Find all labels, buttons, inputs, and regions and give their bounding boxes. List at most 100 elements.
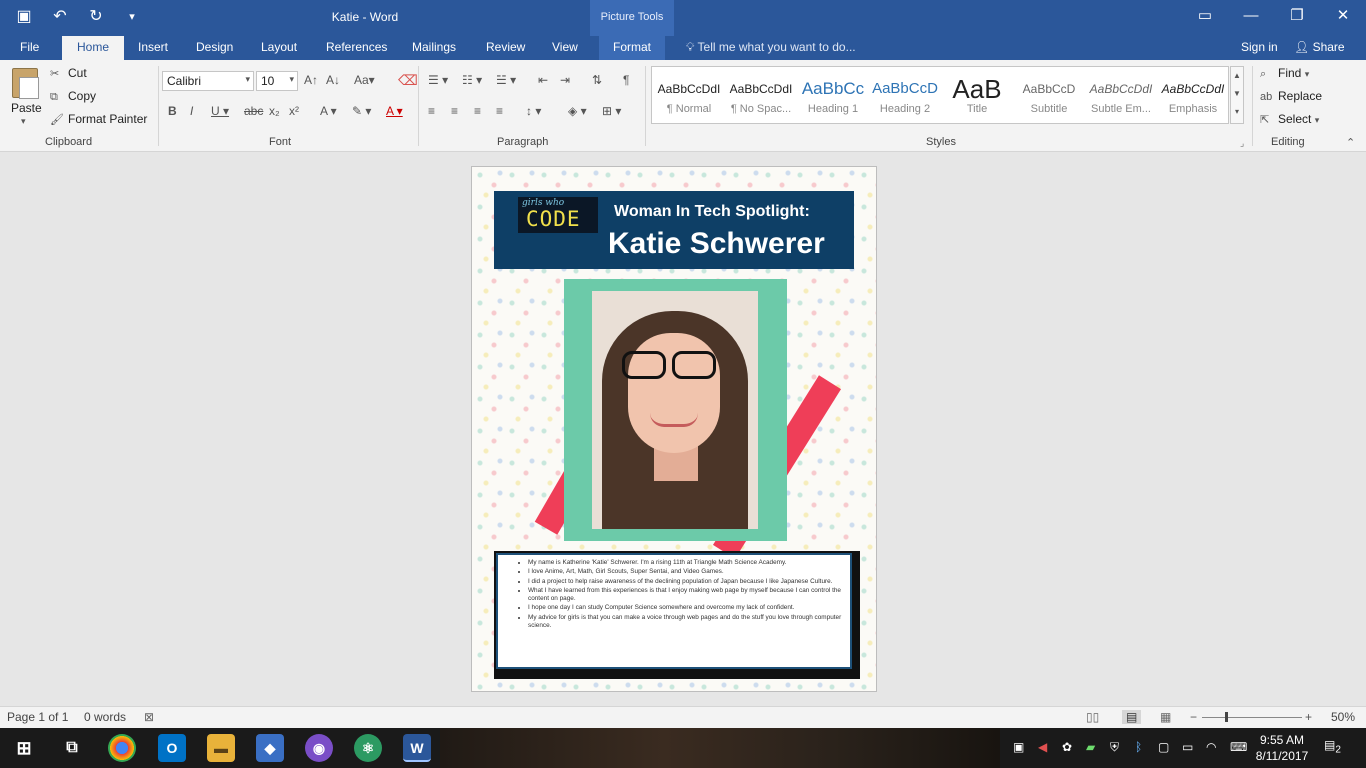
grow-font-icon[interactable]: A↑ (304, 73, 318, 87)
word-count[interactable]: 0 words (84, 710, 126, 724)
style-heading-2[interactable]: AaBbCcD Heading 2 (869, 67, 941, 123)
print-layout-icon[interactable]: ▤ (1122, 710, 1142, 724)
tray-map-icon[interactable]: ▰ (1086, 740, 1095, 754)
scroll-up-icon[interactable]: ▲ (1231, 67, 1243, 85)
tab-mailings[interactable]: Mailings (412, 36, 456, 60)
paste-dropdown-icon[interactable]: ▾ (21, 116, 26, 127)
battery-icon[interactable]: ▭ (1182, 740, 1193, 754)
chrome-icon[interactable] (108, 734, 136, 762)
select-button[interactable]: ⇱ Select ▾ (1260, 112, 1319, 126)
language-icon[interactable]: ⌨ (1230, 740, 1247, 754)
tab-view[interactable]: View (552, 36, 578, 60)
atom-icon[interactable]: ⚛ (354, 734, 382, 762)
bold-icon[interactable]: B (168, 104, 177, 118)
portrait-photo[interactable] (592, 291, 758, 529)
windows-start-icon[interactable]: ⊞ (10, 734, 38, 762)
tab-review[interactable]: Review (486, 36, 525, 60)
tab-insert[interactable]: Insert (138, 36, 168, 60)
shrink-font-icon[interactable]: A↓ (326, 73, 340, 87)
collapse-ribbon-icon[interactable]: ⌃ (1346, 136, 1355, 149)
replace-button[interactable]: ab Replace (1260, 89, 1322, 103)
font-color-icon[interactable]: A ▾ (386, 104, 403, 118)
subscript-icon[interactable]: x₂ (269, 104, 280, 118)
more-styles-icon[interactable]: ▾ (1231, 103, 1243, 121)
volume-icon[interactable]: ◀ (1038, 740, 1047, 754)
font-size-select[interactable]: 10 (256, 71, 298, 91)
tab-references[interactable]: References (326, 36, 387, 60)
underline-icon[interactable]: U ▾ (211, 104, 229, 118)
zoom-slider[interactable] (1202, 717, 1302, 718)
bluetooth-icon[interactable]: ᛒ (1135, 740, 1142, 754)
strikethrough-icon[interactable]: abc (244, 104, 263, 118)
highlight-icon[interactable]: ✎ ▾ (352, 104, 371, 118)
zoom-out-icon[interactable]: − (1190, 710, 1197, 724)
file-explorer-icon[interactable]: ▬ (207, 734, 235, 762)
bullets-icon[interactable]: ☰ ▾ (428, 73, 448, 87)
font-family-select[interactable]: Calibri (162, 71, 254, 91)
clear-formatting-icon[interactable]: ⌫ (398, 72, 418, 89)
title-banner[interactable]: girls who CODE Woman In Tech Spotlight: … (494, 191, 854, 269)
style-emphasis[interactable]: AaBbCcDdI Emphasis (1157, 67, 1229, 123)
bio-textbox[interactable]: My name is Katherine 'Katie' Schwerer. I… (494, 551, 860, 679)
align-right-icon[interactable]: ≡ (474, 104, 481, 118)
github-desktop-icon[interactable]: ◉ (305, 734, 333, 762)
app-diamond-icon[interactable]: ◆ (256, 734, 284, 762)
proofing-icon[interactable]: ⊠ (144, 710, 154, 724)
style-normal[interactable]: AaBbCcDdI ¶ Normal (653, 67, 725, 123)
change-case-icon[interactable]: Aa▾ (354, 73, 375, 87)
restore-icon[interactable]: ❐ (1274, 0, 1320, 36)
styles-gallery-scroll[interactable]: ▲ ▼ ▾ (1230, 66, 1244, 124)
network-device-icon[interactable]: ▣ (1013, 740, 1024, 754)
show-marks-icon[interactable]: ¶ (623, 73, 629, 87)
tab-format[interactable]: Format (599, 36, 666, 60)
tab-home[interactable]: Home (62, 36, 125, 60)
zoom-level[interactable]: 50% (1331, 710, 1355, 724)
paste-button[interactable]: Paste (11, 101, 42, 115)
security-shield-icon[interactable]: ⛨ (1110, 740, 1119, 755)
borders-icon[interactable]: ⊞ ▾ (602, 104, 621, 118)
web-layout-icon[interactable]: ▦ (1160, 710, 1171, 724)
style-no-spacing[interactable]: AaBbCcDdI ¶ No Spac... (725, 67, 797, 123)
find-button[interactable]: ⌕ Find ▾ (1260, 66, 1309, 81)
justify-icon[interactable]: ≡ (496, 104, 503, 118)
text-effects-icon[interactable]: A ▾ (320, 104, 337, 118)
superscript-icon[interactable]: x² (289, 104, 299, 118)
tab-design[interactable]: Design (196, 36, 233, 60)
tray-app-icon[interactable]: ✿ (1062, 740, 1072, 754)
tell-me-box[interactable]: 💡︎ Tell me what you want to do... (686, 40, 856, 55)
italic-icon[interactable]: I (190, 104, 193, 118)
styles-dialog-launcher-icon[interactable]: ⌟ (1240, 138, 1244, 149)
word-icon[interactable]: W (403, 734, 431, 762)
style-heading-1[interactable]: AaBbCc Heading 1 (797, 67, 869, 123)
system-clock[interactable]: 9:55 AM 8/11/2017 (1250, 732, 1314, 764)
center-icon[interactable]: ≡ (451, 104, 458, 118)
increase-indent-icon[interactable]: ⇥ (560, 73, 570, 87)
ribbon-display-icon[interactable]: ▭ (1182, 0, 1228, 36)
sign-in-link[interactable]: Sign in (1241, 40, 1278, 54)
zoom-slider-thumb[interactable] (1225, 712, 1228, 722)
task-view-icon[interactable]: ⧉ (58, 734, 86, 762)
action-center-icon[interactable]: ▤2 (1324, 738, 1341, 755)
numbering-icon[interactable]: ☷ ▾ (462, 73, 482, 87)
tray-monitor-icon[interactable]: ▢ (1158, 740, 1169, 754)
style-subtitle[interactable]: AaBbCcD Subtitle (1013, 67, 1085, 123)
scroll-down-icon[interactable]: ▼ (1231, 85, 1243, 103)
align-left-icon[interactable]: ≡ (428, 104, 435, 118)
format-painter-button[interactable]: 🖌︎ Format Painter (50, 112, 147, 126)
multilevel-list-icon[interactable]: ☱ ▾ (496, 73, 516, 87)
tab-layout[interactable]: Layout (261, 36, 297, 60)
page-count[interactable]: Page 1 of 1 (7, 710, 68, 724)
minimize-icon[interactable]: — (1228, 0, 1274, 36)
shading-icon[interactable]: ◈ ▾ (568, 104, 587, 118)
wifi-icon[interactable]: ◠ (1206, 740, 1216, 754)
cut-button[interactable]: ✂ Cut (50, 66, 87, 80)
document-page[interactable]: girls who CODE Woman In Tech Spotlight: … (471, 166, 877, 692)
line-spacing-icon[interactable]: ↕ ▾ (526, 104, 541, 118)
tab-file[interactable]: File (20, 36, 39, 60)
copy-button[interactable]: ⧉ Copy (50, 89, 96, 104)
share-button[interactable]: 👤︎ Share (1294, 40, 1345, 54)
style-subtle-emphasis[interactable]: AaBbCcDdI Subtle Em... (1085, 67, 1157, 123)
style-title[interactable]: AaB Title (941, 67, 1013, 123)
read-mode-icon[interactable]: ▯▯ (1086, 710, 1099, 724)
zoom-in-icon[interactable]: + (1305, 710, 1312, 724)
